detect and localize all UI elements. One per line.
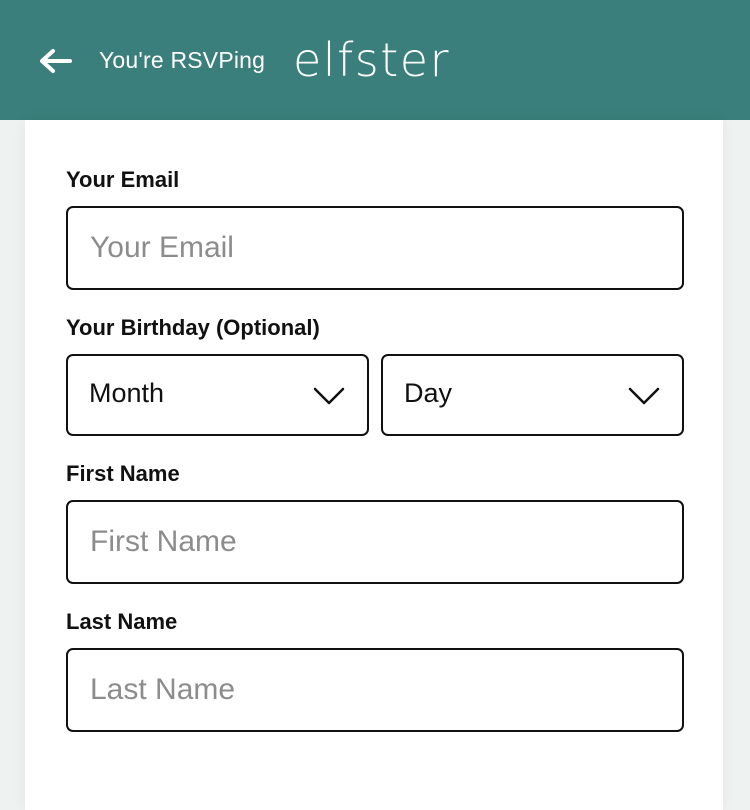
app-header: You're RSVPing elfster [0, 0, 750, 120]
last-name-field[interactable] [68, 650, 682, 730]
first-name-field[interactable] [68, 502, 682, 582]
day-select-value: Day [404, 378, 453, 408]
header-title: You're RSVPing [99, 47, 266, 73]
email-field-wrapper [66, 206, 684, 290]
last-name-label: Last Name [66, 609, 178, 634]
first-name-field-wrapper [66, 500, 684, 584]
month-select-value: Month [89, 378, 165, 408]
email-label: Your Email [66, 167, 180, 192]
first-name-label: First Name [66, 461, 180, 486]
birthday-month-select[interactable]: Month [66, 354, 369, 436]
last-name-field-wrapper [66, 648, 684, 732]
chevron-down-icon [628, 387, 660, 405]
email-field[interactable] [68, 208, 682, 288]
elfster-logo[interactable]: elfster [293, 33, 450, 87]
birthday-label: Your Birthday (Optional) [66, 315, 320, 340]
arrow-left-icon [40, 49, 72, 73]
back-button[interactable] [34, 40, 76, 82]
chevron-down-icon [313, 387, 345, 405]
birthday-day-select[interactable]: Day [381, 354, 684, 436]
